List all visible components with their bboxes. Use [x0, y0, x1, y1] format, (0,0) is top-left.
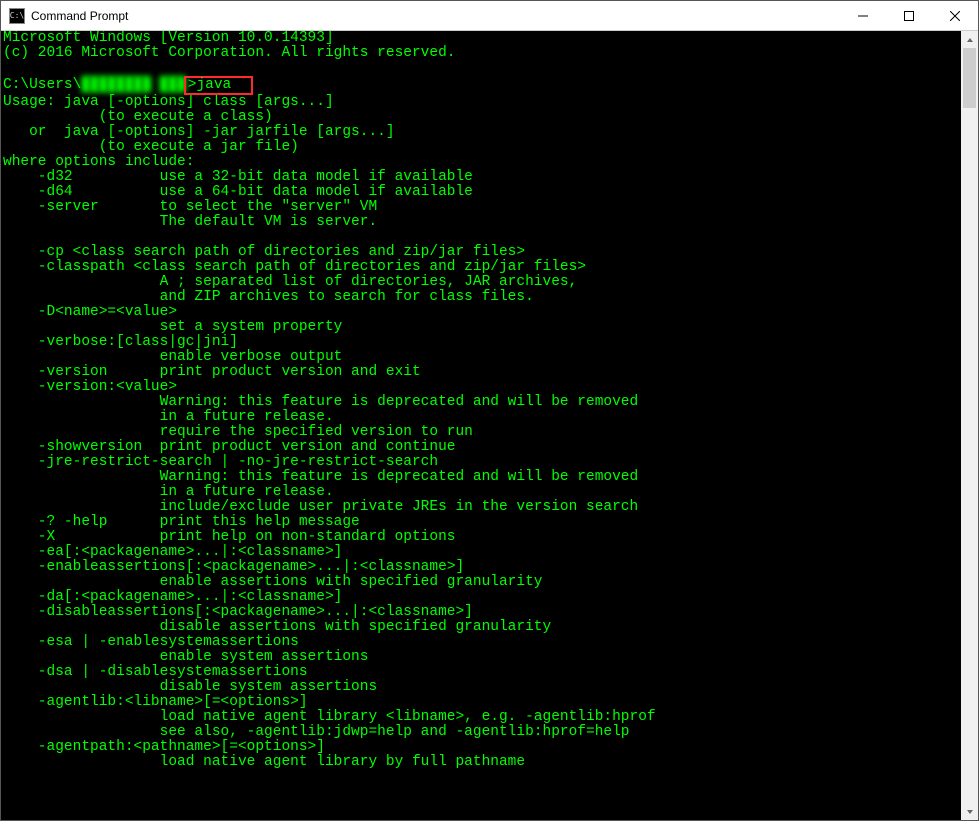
console-line: A ; separated list of directories, JAR a…	[3, 275, 961, 290]
console-line: -agentlib:<libname>[=<options>]	[3, 695, 961, 710]
app-icon-label: C:\	[10, 12, 24, 20]
scroll-track[interactable]	[961, 48, 978, 803]
scroll-up-arrow-icon[interactable]	[961, 31, 978, 48]
console-line: -ea[:<packagename>...|:<classname>]	[3, 545, 961, 560]
console-line: (to execute a jar file)	[3, 140, 961, 155]
console-line: C:\Users\████████ ███>java	[3, 76, 961, 95]
console-line: disable system assertions	[3, 680, 961, 695]
console-line: and ZIP archives to search for class fil…	[3, 290, 961, 305]
vertical-scrollbar[interactable]	[961, 31, 978, 820]
console-line: load native agent library by full pathna…	[3, 755, 961, 770]
console-line: enable verbose output	[3, 350, 961, 365]
console-line: or java [-options] -jar jarfile [args...…	[3, 125, 961, 140]
app-icon: C:\	[9, 8, 25, 24]
console-line: (c) 2016 Microsoft Corporation. All righ…	[3, 46, 961, 61]
console-line: Warning: this feature is deprecated and …	[3, 395, 961, 410]
console-line: enable assertions with specified granula…	[3, 575, 961, 590]
prompt-username-blurred: ████████ ███	[81, 78, 185, 93]
scroll-down-arrow-icon[interactable]	[961, 803, 978, 820]
titlebar[interactable]: C:\ Command Prompt	[1, 1, 978, 31]
console-line: set a system property	[3, 320, 961, 335]
console-line: -D<name>=<value>	[3, 305, 961, 320]
close-button[interactable]	[932, 1, 978, 30]
console-line: -esa | -enablesystemassertions	[3, 635, 961, 650]
console-line: -version:<value>	[3, 380, 961, 395]
scroll-thumb[interactable]	[963, 48, 976, 108]
console-line: -dsa | -disablesystemassertions	[3, 665, 961, 680]
console-line: see also, -agentlib:jdwp=help and -agent…	[3, 725, 961, 740]
minimize-button[interactable]	[840, 1, 886, 30]
console-line: (to execute a class)	[3, 110, 961, 125]
console-line: Usage: java [-options] class [args...]	[3, 95, 961, 110]
console-line: Warning: this feature is deprecated and …	[3, 470, 961, 485]
client-area: Microsoft Windows [Version 10.0.14393](c…	[1, 31, 978, 820]
maximize-button[interactable]	[886, 1, 932, 30]
window-frame: C:\ Command Prompt Microsoft Windows [Ve…	[0, 0, 979, 821]
console-line: in a future release.	[3, 485, 961, 500]
console-line: require the specified version to run	[3, 425, 961, 440]
highlighted-command: >java	[184, 76, 253, 95]
console-line: -disableassertions[:<packagename>...|:<c…	[3, 605, 961, 620]
console-line	[3, 230, 961, 245]
console-line: -verbose:[class|gc|jni]	[3, 335, 961, 350]
console-line: -jre-restrict-search | -no-jre-restrict-…	[3, 455, 961, 470]
console-line: load native agent library <libname>, e.g…	[3, 710, 961, 725]
console-line: in a future release.	[3, 410, 961, 425]
console-line: -agentpath:<pathname>[=<options>]	[3, 740, 961, 755]
window-title: Command Prompt	[31, 9, 840, 23]
console-output[interactable]: Microsoft Windows [Version 10.0.14393](c…	[1, 31, 961, 820]
console-line: -X print help on non-standard options	[3, 530, 961, 545]
console-line: where options include:	[3, 155, 961, 170]
console-line: disable assertions with specified granul…	[3, 620, 961, 635]
console-line: -d32 use a 32-bit data model if availabl…	[3, 170, 961, 185]
console-line: enable system assertions	[3, 650, 961, 665]
window-controls	[840, 1, 978, 30]
console-line: The default VM is server.	[3, 215, 961, 230]
console-line: -server to select the "server" VM	[3, 200, 961, 215]
console-line: Microsoft Windows [Version 10.0.14393]	[3, 31, 961, 46]
prompt-prefix: C:\Users\	[3, 77, 81, 93]
console-line: -d64 use a 64-bit data model if availabl…	[3, 185, 961, 200]
console-line: -classpath <class search path of directo…	[3, 260, 961, 275]
console-line: -cp <class search path of directories an…	[3, 245, 961, 260]
console-line: -da[:<packagename>...|:<classname>]	[3, 590, 961, 605]
console-line: -version print product version and exit	[3, 365, 961, 380]
console-line: include/exclude user private JREs in the…	[3, 500, 961, 515]
console-line: -showversion print product version and c…	[3, 440, 961, 455]
console-line	[3, 61, 961, 76]
console-line: -enableassertions[:<packagename>...|:<cl…	[3, 560, 961, 575]
console-line: -? -help print this help message	[3, 515, 961, 530]
